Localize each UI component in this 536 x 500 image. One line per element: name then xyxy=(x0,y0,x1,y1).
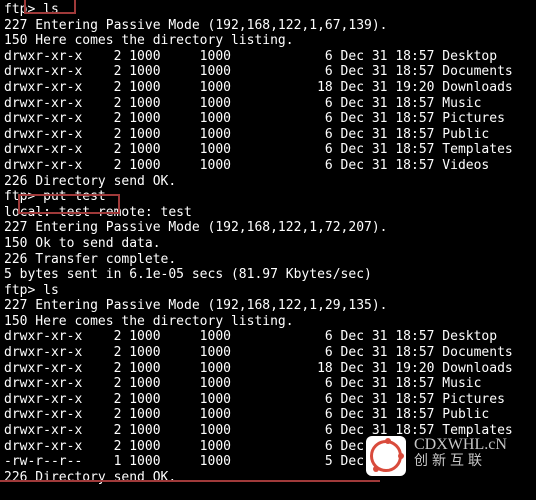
terminal-line: 150 Here comes the directory listing. xyxy=(4,33,513,49)
terminal-line: drwxr-xr-x 2 1000 1000 6 Dec 31 18:57 Vi… xyxy=(4,158,513,174)
terminal-line: 227 Entering Passive Mode (192,168,122,1… xyxy=(4,220,513,236)
terminal-line: drwxr-xr-x 2 1000 1000 6 Dec 31 18:57 Do… xyxy=(4,345,513,361)
terminal-line: drwxr-xr-x 2 1000 1000 6 Dec 31 18:57 De… xyxy=(4,49,513,65)
terminal-line: drwxr-xr-x 2 1000 1000 6 Dec 31 18:57 Te… xyxy=(4,142,513,158)
terminal-line: 150 Ok to send data. xyxy=(4,236,513,252)
terminal-line: drwxr-xr-x 2 1000 1000 18 Dec 31 19:20 D… xyxy=(4,80,513,96)
terminal-line: drwxr-xr-x 2 1000 1000 6 Dec 31 18:57 De… xyxy=(4,329,513,345)
terminal-line: drwxr-xr-x 2 1000 1000 6 Dec 31 18:57 Mu… xyxy=(4,96,513,112)
terminal-output[interactable]: ftp> ls227 Entering Passive Mode (192,16… xyxy=(0,0,517,487)
terminal-line: 226 Transfer complete. xyxy=(4,252,513,268)
terminal-line: ftp> ls xyxy=(4,283,513,299)
terminal-line: drwxr-xr-x 2 1000 1000 6 Dec 31 18:57 Pi… xyxy=(4,392,513,408)
terminal-line: 226 Directory send OK. xyxy=(4,470,513,486)
terminal-line: drwxr-xr-x 2 1000 1000 6 Dec 31 18:57 Pu… xyxy=(4,407,513,423)
terminal-line: 226 Directory send OK. xyxy=(4,174,513,190)
terminal-line: drwxr-xr-x 2 1000 1000 18 Dec 31 19:20 D… xyxy=(4,361,513,377)
terminal-line: ftp> put test xyxy=(4,189,513,205)
terminal-line: drwxr-xr-x 2 1000 1000 6 Dec 31 xyxy=(4,439,513,455)
terminal-line: drwxr-xr-x 2 1000 1000 6 Dec 31 18:57 Do… xyxy=(4,64,513,80)
terminal-line: drwxr-xr-x 2 1000 1000 6 Dec 31 18:57 Mu… xyxy=(4,376,513,392)
terminal-line: 150 Here comes the directory listing. xyxy=(4,314,513,330)
terminal-line: local: test remote: test xyxy=(4,205,513,221)
terminal-line: 227 Entering Passive Mode (192,168,122,1… xyxy=(4,18,513,34)
terminal-line: 5 bytes sent in 6.1e-05 secs (81.97 Kbyt… xyxy=(4,267,513,283)
terminal-line: ftp> ls xyxy=(4,2,513,18)
terminal-line: 227 Entering Passive Mode (192,168,122,1… xyxy=(4,298,513,314)
terminal-line: drwxr-xr-x 2 1000 1000 6 Dec 31 18:57 Pi… xyxy=(4,111,513,127)
terminal-line: -rw-r--r-- 1 1000 1000 5 Dec 31 xyxy=(4,454,513,470)
terminal-line: drwxr-xr-x 2 1000 1000 6 Dec 31 18:57 Pu… xyxy=(4,127,513,143)
terminal-line: drwxr-xr-x 2 1000 1000 6 Dec 31 18:57 Te… xyxy=(4,423,513,439)
